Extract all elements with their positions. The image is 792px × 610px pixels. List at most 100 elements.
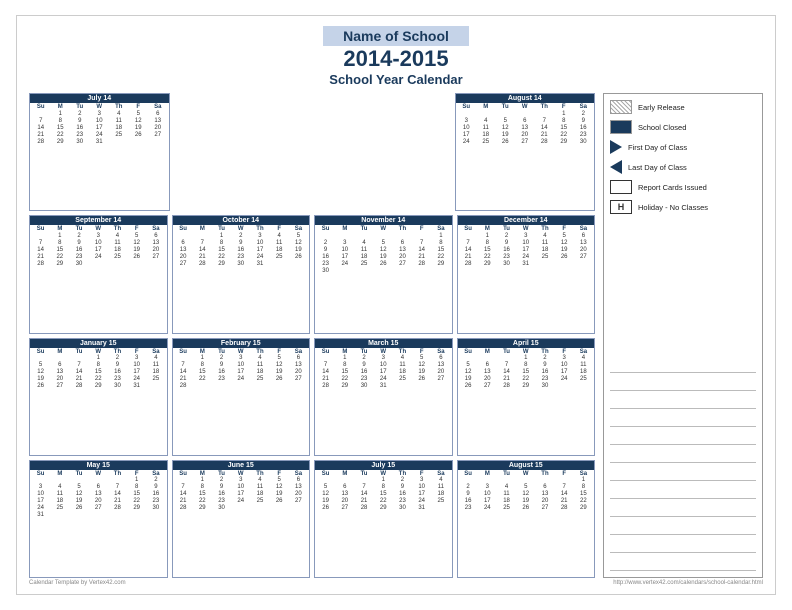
cal-day [89, 477, 108, 484]
cal-day: 22 [127, 498, 146, 505]
cal-day: 15 [127, 491, 146, 498]
cal-day: 11 [250, 362, 269, 369]
cal-day: 8 [335, 362, 354, 369]
cal-day: 21 [174, 376, 193, 383]
cal-day: 2 [212, 355, 231, 362]
cal-day: 3 [516, 232, 535, 239]
cal-day [478, 355, 497, 362]
cal-row-4: May 15SuMTuWThFSa12345678910111213141516… [29, 460, 595, 578]
legend-line [610, 431, 756, 445]
cal-day: 24 [412, 498, 431, 505]
cal-day: 9 [574, 117, 594, 124]
cal-day: 1 [574, 477, 593, 484]
cal-day: 9 [69, 239, 88, 246]
cal-grid: SuMTuWThFSa12345678910111213141516171819… [173, 348, 310, 391]
cal-grid: SuMTuWThFSa12345678910111213141516171819… [30, 225, 167, 268]
cal-day: 19 [127, 246, 146, 253]
cal-day: 8 [50, 239, 69, 246]
cal-day: 19 [129, 124, 149, 131]
cal-day: 22 [51, 131, 71, 138]
cal-day: 19 [270, 369, 289, 376]
cal-day: 8 [127, 484, 146, 491]
cal-day: 20 [515, 131, 535, 138]
cal-day [174, 355, 193, 362]
cal-day: 10 [374, 362, 393, 369]
cal-day: 15 [335, 369, 354, 376]
cal-day: 9 [212, 362, 231, 369]
cal-day: 14 [555, 491, 574, 498]
cal-day: 24 [374, 376, 393, 383]
cal-day: 6 [289, 355, 308, 362]
cal-grid: SuMTuWThFSa12345678910111213141516171819… [458, 225, 595, 268]
cal-day: 6 [515, 117, 535, 124]
cal-day: 6 [50, 362, 69, 369]
cal-day: 13 [335, 491, 354, 498]
cal-day: 29 [431, 260, 450, 267]
cal-day [374, 232, 393, 239]
cal-day: 17 [555, 369, 574, 376]
cal-day: 3 [412, 477, 431, 484]
cal-day: 24 [231, 498, 250, 505]
legend-line [610, 449, 756, 463]
cal-day: 7 [535, 117, 555, 124]
cal-day: 17 [374, 369, 393, 376]
legend-line [610, 467, 756, 481]
cal-day: 23 [497, 253, 516, 260]
cal-title: July 14 [30, 94, 169, 103]
cal-day: 18 [50, 498, 69, 505]
cal-day: 16 [69, 246, 88, 253]
cal-day: 25 [270, 253, 289, 260]
cal-day: 31 [374, 383, 393, 390]
cal-day [459, 232, 478, 239]
legend-line [610, 521, 756, 535]
cal-day: 3 [231, 355, 250, 362]
cal-day: 28 [497, 383, 516, 390]
cal-day: 6 [289, 477, 308, 484]
cal-day: 31 [31, 512, 50, 519]
cal-day [31, 477, 50, 484]
cal-day [459, 355, 478, 362]
cal-row-2: September 14SuMTuWThFSa12345678910111213… [29, 215, 595, 333]
cal-day [516, 477, 535, 484]
cal-day: 25 [476, 138, 496, 145]
cal-day: 11 [476, 124, 496, 131]
cal-day: 4 [250, 477, 269, 484]
cal-day: 4 [354, 239, 373, 246]
cal-day: 12 [516, 491, 535, 498]
cal-day: 20 [393, 253, 412, 260]
cal-day: 1 [374, 477, 393, 484]
cal-day: 7 [412, 239, 431, 246]
cal-day: 8 [51, 117, 71, 124]
cal-day: 8 [212, 239, 231, 246]
cal-day: 17 [89, 246, 108, 253]
cal-day: 25 [146, 376, 165, 383]
cal-day: 5 [459, 362, 478, 369]
cal-day: 26 [516, 505, 535, 512]
cal-day: 12 [555, 239, 574, 246]
cal-day: 27 [148, 131, 168, 138]
cal-day [496, 110, 516, 117]
cal-day: 17 [457, 131, 477, 138]
cal-day: 18 [497, 498, 516, 505]
cal-day: 1 [554, 110, 574, 117]
cal-day: 25 [497, 505, 516, 512]
cal-day: 29 [478, 260, 497, 267]
cal-day [535, 110, 555, 117]
cal-day: 28 [459, 260, 478, 267]
cal-grid: SuMTuWThFSa12345678910111213141516171819… [315, 225, 452, 275]
cal-day: 14 [31, 246, 50, 253]
cal-day: 2 [535, 355, 554, 362]
cal-day: 23 [316, 260, 335, 267]
cal-day: 12 [289, 239, 308, 246]
cal-day: 28 [174, 505, 193, 512]
cal-day: 8 [431, 239, 450, 246]
cal-day: 10 [250, 239, 269, 246]
cal-day: 23 [108, 376, 127, 383]
cal-day: 18 [574, 369, 593, 376]
cal-day: 27 [50, 383, 69, 390]
cal-day: 22 [554, 131, 574, 138]
cal-row-1: July 14SuMTuWThFSa1234567891011121314151… [29, 93, 595, 211]
cal-day [457, 110, 477, 117]
cal-day: 29 [516, 383, 535, 390]
cal-day: 6 [478, 362, 497, 369]
